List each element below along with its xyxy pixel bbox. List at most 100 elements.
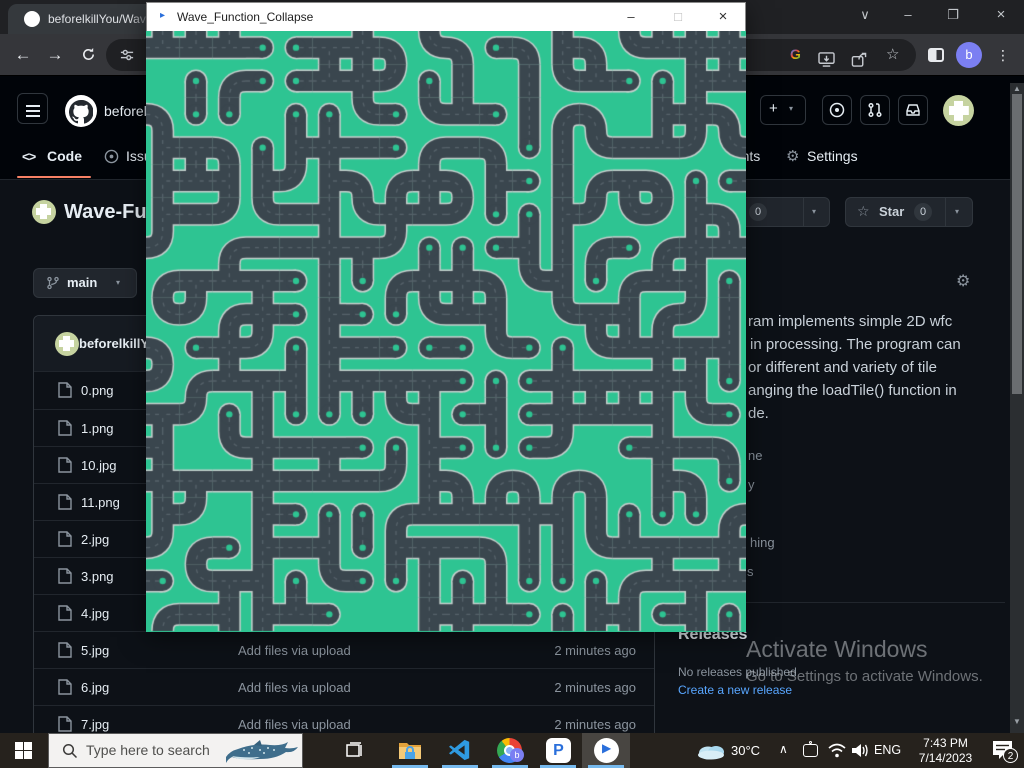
sidebar-item-fragment: hing	[750, 535, 775, 550]
tray-device-icon[interactable]	[803, 744, 818, 757]
reload-icon[interactable]	[73, 34, 103, 76]
issues-global-icon[interactable]	[822, 95, 852, 125]
branch-name: main	[67, 275, 97, 290]
browser-profile-avatar[interactable]: b	[956, 42, 982, 68]
tab-settings[interactable]: Settings	[807, 148, 858, 164]
taskbar: Type here to search b P	[0, 733, 1024, 768]
tab-search-chevron-icon[interactable]: ∨	[845, 0, 885, 30]
fork-count: 0	[749, 203, 767, 221]
file-name[interactable]: 5.jpg	[81, 632, 109, 669]
processing-icon: P	[546, 738, 571, 763]
file-name[interactable]: 1.png	[81, 410, 114, 447]
star-caret-icon[interactable]: ▾	[955, 207, 959, 216]
app-titlebar[interactable]: ▸ Wave_Function_Collapse – □ ×	[147, 3, 745, 31]
branch-caret-icon: ▾	[116, 278, 120, 287]
scrollbar-thumb[interactable]	[1012, 94, 1022, 394]
scrollbar-down-icon[interactable]: ▼	[1010, 717, 1024, 726]
weather-cloud-icon[interactable]	[696, 741, 726, 760]
create-release-link[interactable]: Create a new release	[678, 683, 792, 697]
browser-menu-icon[interactable]: ⋮	[996, 34, 1010, 76]
date: 7/14/2023	[903, 751, 988, 766]
clock[interactable]: 7:43 PM 7/14/2023	[903, 736, 988, 766]
file-row[interactable]: 5.jpg Add files via upload 2 minutes ago	[34, 631, 654, 668]
about-line: ram implements simple 2D wfc	[748, 313, 952, 331]
about-gear-icon[interactable]: ⚙	[956, 271, 970, 291]
star-count: 0	[914, 203, 932, 221]
file-explorer-button[interactable]	[390, 733, 430, 768]
file-icon	[58, 531, 72, 547]
file-name[interactable]: 10.jpg	[81, 447, 116, 484]
activate-windows-subtext: Go to Settings to activate Windows.	[746, 668, 983, 685]
scrollbar-up-icon[interactable]: ▲	[1010, 84, 1024, 93]
language-indicator[interactable]: ENG	[874, 733, 901, 768]
chevron-down-icon: ▾	[789, 104, 793, 113]
fork-caret-icon[interactable]: ▾	[812, 207, 816, 216]
sketch-window-button[interactable]: ▶	[582, 733, 630, 768]
browser-minimize-button[interactable]: –	[888, 0, 928, 30]
create-new-button[interactable]: + ▾	[760, 95, 806, 125]
tray-chevron-icon[interactable]: ∧	[779, 732, 788, 767]
file-icon	[58, 716, 72, 732]
whale-shark-image	[224, 737, 300, 765]
file-icon	[58, 457, 72, 473]
tab-code[interactable]: Code	[47, 148, 82, 164]
side-panel-icon[interactable]	[928, 48, 944, 62]
app-close-button[interactable]: ×	[700, 3, 746, 31]
about-line: de.	[748, 405, 769, 423]
file-icon	[58, 679, 72, 695]
file-name[interactable]: 4.jpg	[81, 595, 109, 632]
branch-selector[interactable]: main ▾	[33, 268, 137, 298]
star-icon: ☆	[857, 203, 870, 220]
processing-button[interactable]: P	[538, 733, 578, 768]
vscode-button[interactable]	[440, 733, 480, 768]
browser-restore-button[interactable]: ❐	[933, 0, 973, 30]
star-button[interactable]: ☆ Star 0 ▾	[845, 197, 973, 227]
file-name[interactable]: 6.jpg	[81, 669, 109, 706]
bookmark-star-icon[interactable]: ☆	[886, 45, 899, 63]
task-view-button[interactable]	[335, 733, 375, 768]
file-explorer-icon	[398, 739, 422, 761]
github-logo-icon[interactable]	[65, 95, 97, 127]
commit-message[interactable]: Add files via upload	[238, 632, 351, 669]
taskbar-search[interactable]: Type here to search	[48, 733, 303, 768]
chrome-profile-badge: b	[510, 748, 524, 762]
inbox-icon[interactable]	[898, 95, 928, 125]
star-divider	[945, 198, 946, 226]
file-icon	[58, 568, 72, 584]
install-icon[interactable]	[818, 52, 835, 72]
commit-author-avatar[interactable]	[55, 332, 79, 356]
site-settings-icon[interactable]	[120, 48, 134, 67]
chrome-button[interactable]: b	[490, 733, 530, 768]
commit-time[interactable]: 2 minutes ago	[554, 632, 636, 669]
time: 7:43 PM	[903, 736, 988, 751]
notification-center-button[interactable]: 2	[992, 740, 1013, 764]
google-icon[interactable]: G	[790, 46, 801, 64]
sidebar-item-fragment: s	[747, 564, 754, 579]
speaker-icon[interactable]	[851, 743, 869, 758]
file-name[interactable]: 3.png	[81, 558, 114, 595]
commit-message[interactable]: Add files via upload	[238, 669, 351, 706]
hamburger-menu-icon[interactable]	[17, 93, 48, 124]
app-maximize-button[interactable]: □	[655, 3, 701, 31]
sidebar-item-fragment: y	[748, 477, 755, 492]
wifi-icon[interactable]	[828, 743, 846, 758]
pull-requests-icon[interactable]	[860, 95, 890, 125]
back-icon[interactable]: ←	[8, 34, 38, 76]
share-icon[interactable]	[851, 52, 867, 72]
weather-temp[interactable]: 30°C	[731, 733, 760, 768]
github-favicon	[24, 11, 40, 27]
app-window-icon: ▸	[160, 10, 165, 21]
commit-time[interactable]: 2 minutes ago	[554, 669, 636, 706]
user-avatar[interactable]	[943, 95, 974, 126]
file-name[interactable]: 11.png	[81, 484, 120, 521]
plus-icon: +	[769, 100, 778, 117]
task-view-icon	[346, 742, 364, 759]
file-row[interactable]: 6.jpg Add files via upload 2 minutes ago	[34, 668, 654, 705]
file-name[interactable]: 0.png	[81, 372, 114, 409]
app-minimize-button[interactable]: –	[608, 3, 654, 31]
browser-close-button[interactable]: ×	[981, 0, 1021, 30]
start-button[interactable]	[0, 733, 48, 768]
file-name[interactable]: 2.jpg	[81, 521, 109, 558]
forward-icon[interactable]: →	[40, 34, 70, 76]
play-icon: ▶	[602, 741, 611, 755]
